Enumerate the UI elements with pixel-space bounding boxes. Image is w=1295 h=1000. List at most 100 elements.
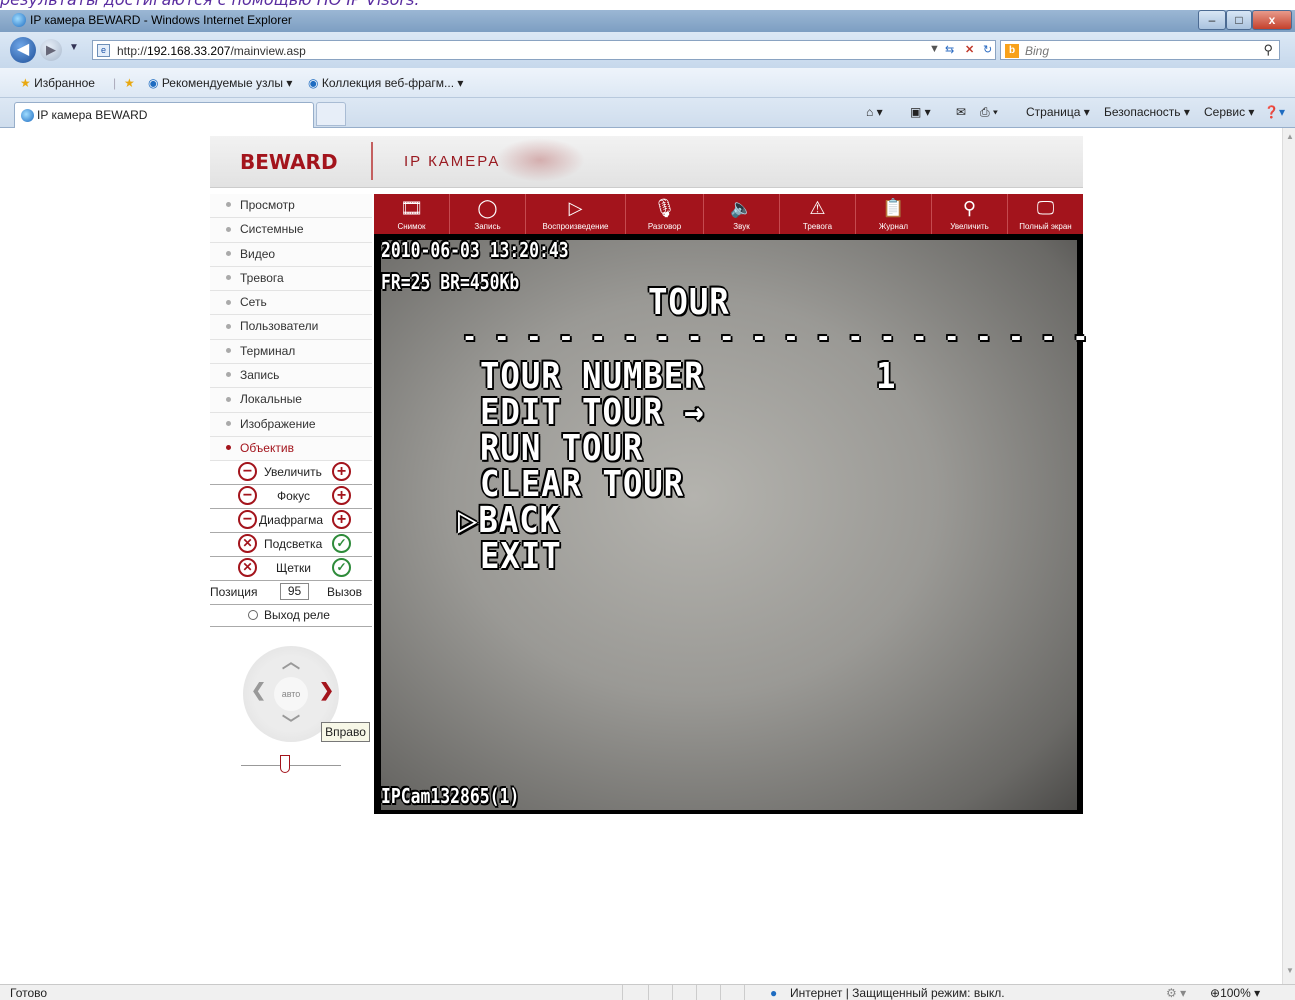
favorites-button[interactable]: ★ Избранное bbox=[20, 76, 95, 90]
sidebar-menu: Просмотр Системные Видео Тревога Сеть По… bbox=[210, 194, 372, 462]
relay-radio[interactable] bbox=[248, 610, 258, 620]
minimize-button[interactable]: – bbox=[1198, 10, 1226, 30]
focus-control-row: − Фокус + bbox=[210, 485, 372, 509]
bullet-icon bbox=[226, 372, 231, 378]
close-button[interactable]: x bbox=[1252, 10, 1292, 30]
sidebar-item-network[interactable]: Сеть bbox=[210, 291, 372, 316]
suggested-sites-link[interactable]: ◉ Рекомендуемые узлы ▾ bbox=[148, 76, 292, 90]
search-field[interactable]: b Bing ⚲ bbox=[1000, 40, 1280, 60]
osd-camera-name: IPCam132865(1) bbox=[381, 784, 520, 808]
light-off-icon[interactable]: ✕ bbox=[238, 534, 257, 553]
back-button[interactable]: ◀ bbox=[10, 37, 36, 63]
wipers-on-icon[interactable]: ✓ bbox=[332, 558, 351, 577]
ptz-left-icon[interactable]: ❮ bbox=[251, 680, 266, 701]
sidebar-item-lens[interactable]: Объектив bbox=[210, 436, 372, 462]
bullet-icon bbox=[226, 396, 231, 402]
maximize-button[interactable]: □ bbox=[1226, 10, 1252, 30]
sidebar-item-alarm[interactable]: Тревога bbox=[210, 266, 372, 292]
record-button[interactable]: ◯ Запись bbox=[450, 194, 526, 234]
stop-icon[interactable]: ✕ bbox=[965, 43, 974, 56]
address-dropdown-icon[interactable]: ▼ bbox=[929, 43, 940, 55]
address-field[interactable]: e http://192.168.33.207/mainview.asp ▼ ⇆… bbox=[92, 40, 996, 60]
ptz-auto-button[interactable]: авто bbox=[274, 677, 308, 711]
print-icon[interactable]: ⎙ ▾ bbox=[980, 105, 998, 120]
forward-button[interactable]: ▶ bbox=[40, 39, 62, 61]
status-separator bbox=[622, 985, 623, 1000]
security-zone[interactable]: Интернет | Защищенный режим: выкл. bbox=[790, 986, 1005, 1000]
wipers-off-icon[interactable]: ✕ bbox=[238, 558, 257, 577]
sound-button[interactable]: 🔈 Звук bbox=[704, 194, 780, 234]
search-placeholder: Bing bbox=[1025, 44, 1050, 58]
help-icon[interactable]: ❓▾ bbox=[1264, 105, 1285, 119]
scroll-up-icon[interactable]: ▲ bbox=[1286, 132, 1294, 141]
iris-open-icon[interactable]: + bbox=[332, 510, 351, 529]
mail-icon[interactable]: ✉ bbox=[956, 105, 966, 119]
home-icon[interactable]: ⌂ ▾ bbox=[866, 105, 883, 119]
alarm-button[interactable]: ⚠ Тревога bbox=[780, 194, 856, 234]
iris-control-row: − Диафрагма + bbox=[210, 509, 372, 533]
fullscreen-button[interactable]: 🖵 Полный экран bbox=[1008, 194, 1083, 234]
ptz-down-icon[interactable]: ﹀ bbox=[282, 710, 300, 736]
sidebar-item-video[interactable]: Видео bbox=[210, 242, 372, 267]
zoom-control-row: − Увеличить + bbox=[210, 461, 372, 485]
iris-close-icon[interactable]: − bbox=[238, 510, 257, 529]
new-tab-button[interactable] bbox=[316, 102, 346, 126]
log-button[interactable]: 📋 Журнал bbox=[856, 194, 932, 234]
safety-menu[interactable]: Безопасность ▾ bbox=[1104, 105, 1190, 119]
osd-tour-number-value: 1 bbox=[876, 356, 897, 397]
back-arrow-icon: ◀ bbox=[16, 41, 30, 58]
tools-menu[interactable]: Сервис ▾ bbox=[1204, 105, 1254, 119]
zoom-out-icon[interactable]: − bbox=[238, 462, 257, 481]
osd-menu-title: TOUR bbox=[648, 282, 730, 323]
zoom-button[interactable]: ⚲ Увеличить bbox=[932, 194, 1008, 234]
scroll-down-icon[interactable]: ▼ bbox=[1286, 966, 1294, 975]
wipers-label: Щетки bbox=[276, 561, 311, 575]
beward-logo: BEWARD bbox=[240, 150, 338, 174]
focus-far-icon[interactable]: + bbox=[332, 486, 351, 505]
sidebar-item-terminal[interactable]: Терминал bbox=[210, 339, 372, 365]
light-on-icon[interactable]: ✓ bbox=[332, 534, 351, 553]
ptz-up-icon[interactable]: ︿ bbox=[282, 648, 300, 674]
log-icon: 📋 bbox=[882, 198, 905, 218]
ptz-speed-slider-track[interactable] bbox=[241, 765, 341, 766]
sidebar-item-system[interactable]: Системные bbox=[210, 218, 372, 243]
ptz-right-icon[interactable]: ❯ bbox=[319, 680, 334, 701]
video-viewer[interactable]: 2010-06-03 13:20:43 FR=25 BR=450Kb TOUR … bbox=[374, 234, 1088, 814]
video-toolbar: 🎞 Снимок ◯ Запись ▷ Воспроизведение 🎙 Разгов… bbox=[374, 194, 1083, 234]
window-title: IP камера BEWARD - Windows Internet Expl… bbox=[30, 13, 292, 27]
osd-divider: - - - - - - - - - - - - - - - - - - - - bbox=[462, 320, 1089, 353]
call-preset-button[interactable]: Вызов bbox=[327, 585, 362, 599]
focus-label: Фокус bbox=[277, 489, 311, 503]
page-menu[interactable]: Страница ▾ bbox=[1026, 105, 1090, 119]
search-icon[interactable]: ⚲ bbox=[1263, 42, 1273, 58]
refresh-icon[interactable]: ↻ bbox=[983, 43, 992, 56]
compatibility-view-icon[interactable]: ⇆ bbox=[945, 43, 954, 56]
playback-button[interactable]: ▷ Воспроизведение bbox=[526, 194, 626, 234]
vertical-scrollbar[interactable]: ▲ ▼ bbox=[1282, 128, 1295, 984]
tooltip: Вправо bbox=[321, 722, 370, 742]
sidebar-item-local[interactable]: Локальные bbox=[210, 388, 372, 413]
add-favorite-icon[interactable]: ★ bbox=[124, 76, 135, 90]
zoom-level[interactable]: ⊕100% ▾ bbox=[1210, 986, 1260, 1000]
url-text[interactable]: http://192.168.33.207/mainview.asp bbox=[117, 44, 306, 58]
feeds-icon[interactable]: ▣ ▾ bbox=[910, 105, 931, 119]
ie-page-icon: ◉ bbox=[148, 76, 159, 90]
sidebar-item-view[interactable]: Просмотр bbox=[210, 194, 372, 219]
sidebar-item-record[interactable]: Запись bbox=[210, 364, 372, 389]
snapshot-button[interactable]: 🎞 Снимок bbox=[374, 194, 450, 234]
page-viewport: BEWARD IP КАМЕРА Просмотр Системные Виде… bbox=[0, 128, 1282, 984]
tab-ip-camera[interactable]: IP камера BEWARD bbox=[14, 102, 314, 128]
protected-mode-icon[interactable]: ⚙ ▾ bbox=[1166, 986, 1186, 1000]
bullet-icon bbox=[226, 323, 231, 329]
recent-pages-dropdown-icon[interactable]: ▼ bbox=[69, 42, 79, 53]
sidebar-item-image[interactable]: Изображение bbox=[210, 412, 372, 437]
ptz-speed-slider-thumb[interactable] bbox=[280, 755, 290, 773]
web-slice-gallery-link[interactable]: ◉ Коллекция веб-фрагм... ▾ bbox=[308, 76, 463, 90]
zoom-in-icon[interactable]: + bbox=[332, 462, 351, 481]
sidebar-item-users[interactable]: Пользователи bbox=[210, 315, 372, 340]
bullet-icon bbox=[226, 348, 231, 354]
talk-button[interactable]: 🎙 Разговор bbox=[626, 194, 704, 234]
position-input[interactable]: 95 bbox=[280, 583, 309, 600]
bullet-icon bbox=[226, 421, 231, 426]
focus-near-icon[interactable]: − bbox=[238, 486, 257, 505]
